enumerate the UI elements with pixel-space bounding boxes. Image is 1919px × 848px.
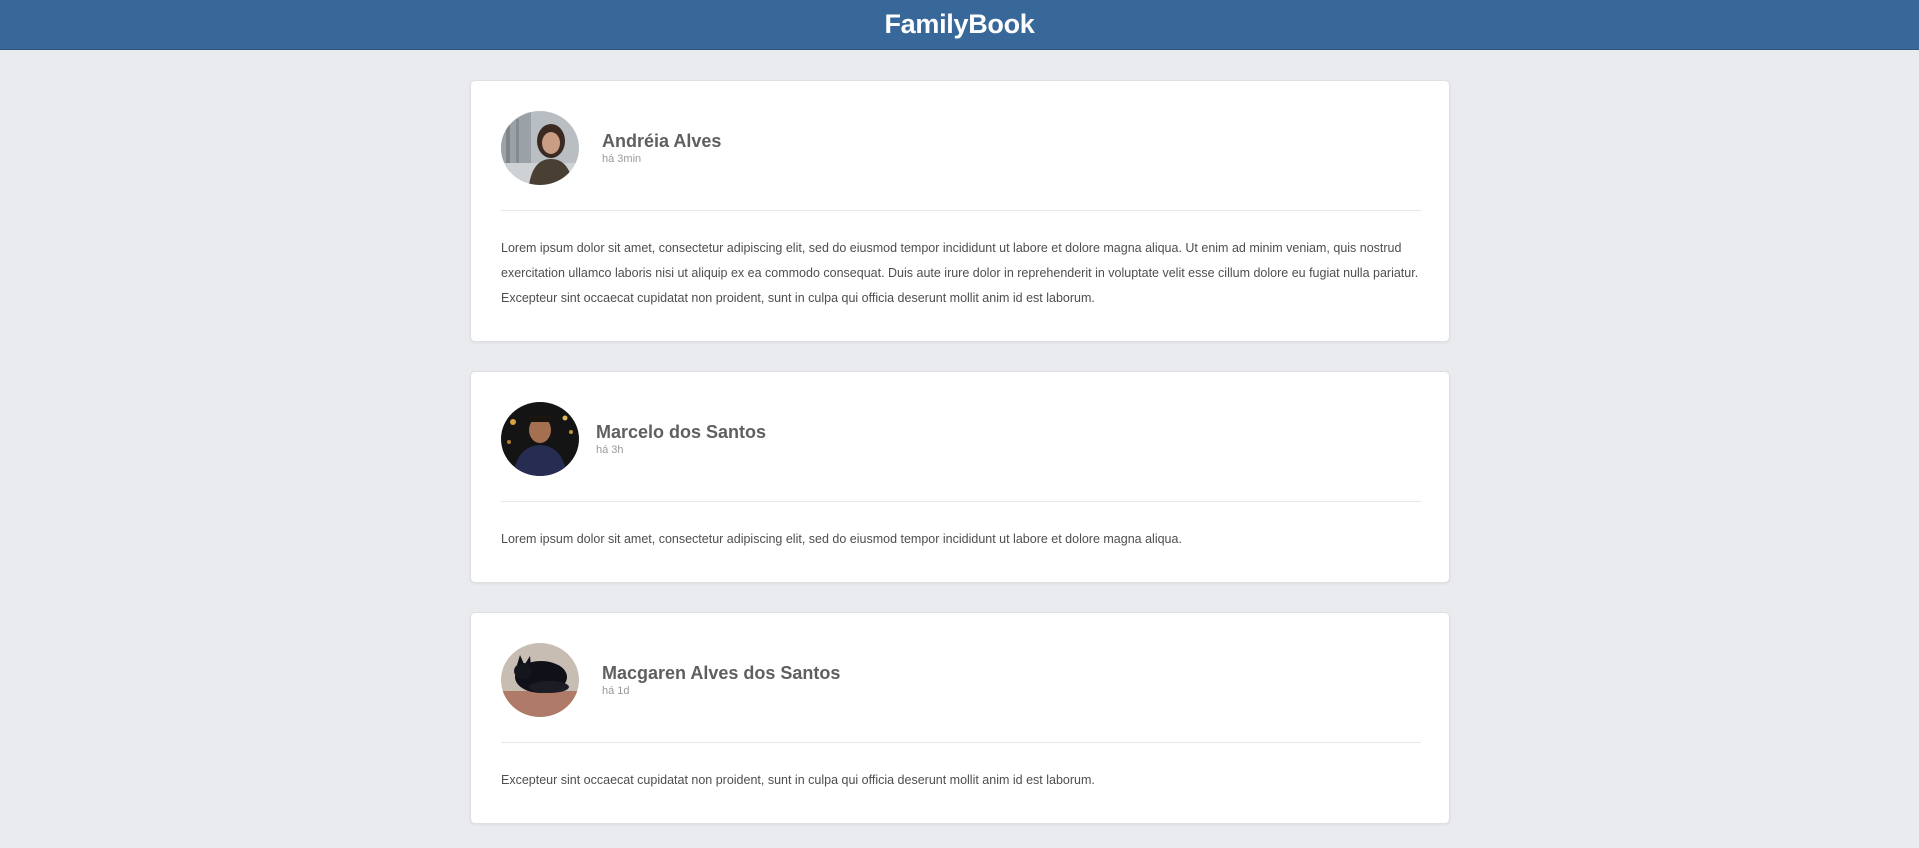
avatar[interactable] xyxy=(501,402,579,476)
post-card: Macgaren Alves dos Santos há 1d Excepteu… xyxy=(470,612,1450,824)
post-timestamp: há 3min xyxy=(602,152,642,165)
top-navbar: FamilyBook xyxy=(0,0,1919,50)
post-author[interactable]: Macgaren Alves dos Santos xyxy=(602,663,840,683)
post-divider xyxy=(501,501,1421,502)
post-timestamp: há 1d xyxy=(602,684,630,697)
post-text: Lorem ipsum dolor sit amet, consectetur … xyxy=(501,532,1182,546)
post-author[interactable]: Andréia Alves xyxy=(602,131,721,151)
post-text: Lorem ipsum dolor sit amet, consectetur … xyxy=(501,241,1419,305)
post-header: Macgaren Alves dos Santos há 1d xyxy=(501,643,840,717)
avatar-photo-macgaren xyxy=(501,643,579,717)
post-text: Excepteur sint occaecat cupidatat non pr… xyxy=(501,773,1095,787)
post-author[interactable]: Marcelo dos Santos xyxy=(596,422,766,442)
avatar-photo-andreia xyxy=(501,111,579,185)
post-divider xyxy=(501,742,1421,743)
post-card: Marcelo dos Santos há 3h Lorem ipsum dol… xyxy=(470,371,1450,583)
brand-logo[interactable]: FamilyBook xyxy=(884,9,1034,40)
avatar-photo-marcelo xyxy=(501,402,579,476)
post-timestamp: há 3h xyxy=(596,443,624,456)
post-card: Andréia Alves há 3min Lorem ipsum dolor … xyxy=(470,80,1450,342)
post-header: Andréia Alves há 3min xyxy=(501,111,721,185)
avatar[interactable] xyxy=(501,111,579,185)
avatar[interactable] xyxy=(501,643,579,717)
post-divider xyxy=(501,210,1421,211)
post-header: Marcelo dos Santos há 3h xyxy=(501,402,766,476)
